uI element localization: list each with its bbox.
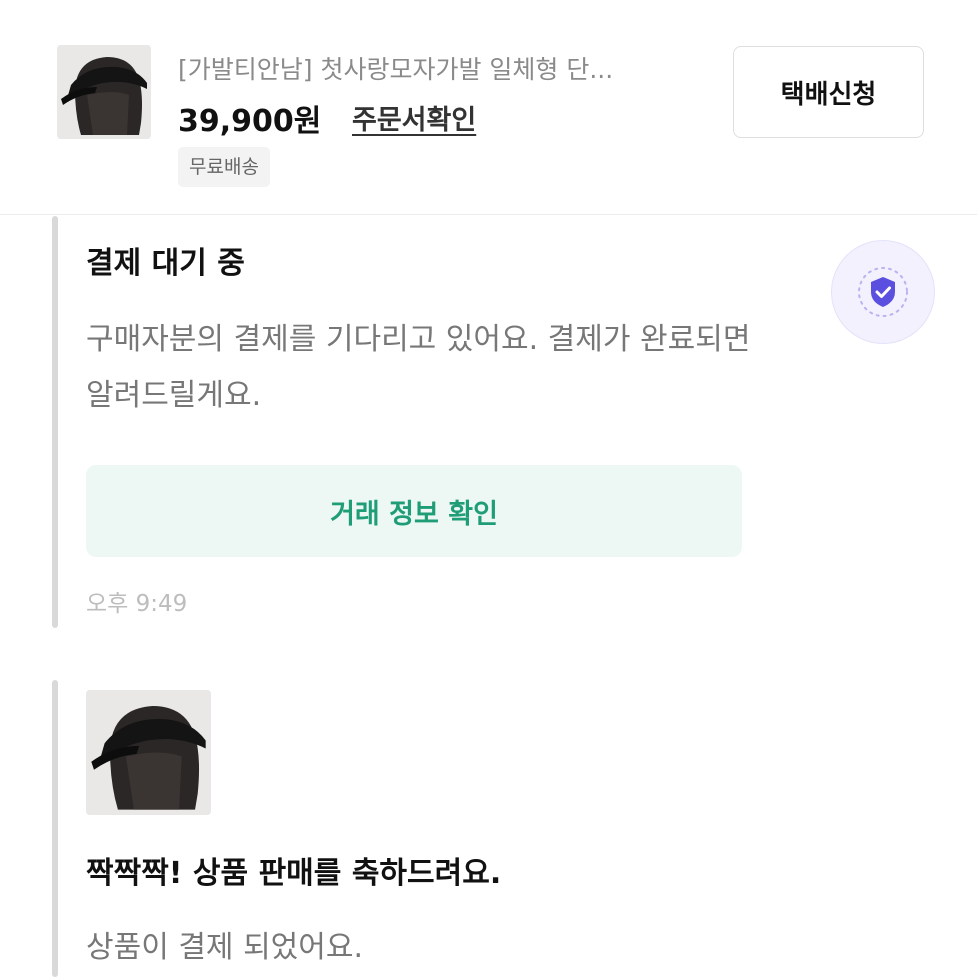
shield-check-icon (858, 267, 908, 317)
courier-request-button[interactable]: 택배신청 (733, 46, 924, 138)
payment-pending-title: 결제 대기 중 (86, 246, 245, 281)
free-shipping-badge: 무료배송 (178, 147, 270, 187)
view-transaction-info-button[interactable]: 거래 정보 확인 (86, 465, 742, 557)
product-header: [가발티안남] 첫사랑모자가발 일체형 단... 39,900원 주문서확인 무… (0, 0, 977, 215)
product-price: 39,900원 (178, 104, 322, 139)
product-title[interactable]: [가발티안남] 첫사랑모자가발 일체형 단... (178, 50, 698, 86)
shield-badge (831, 240, 935, 344)
message-timestamp: 오후 9:49 (86, 591, 188, 617)
payment-complete-message: 상품이 결제 되었어요. (86, 930, 364, 965)
message-left-bar (52, 680, 58, 977)
product-thumbnail[interactable] (57, 45, 151, 139)
message-product-image[interactable] (86, 690, 211, 815)
wig-cap-image-icon (57, 45, 151, 139)
message-left-bar (52, 216, 58, 628)
order-sheet-link[interactable]: 주문서확인 (352, 98, 476, 137)
wig-cap-image-icon (86, 690, 211, 815)
sale-congrats-title: 짝짝짝! 상품 판매를 축하드려요. (86, 856, 502, 891)
payment-pending-message: 구매자분의 결제를 기다리고 있어요. 결제가 완료되면 알려드릴게요. (86, 322, 751, 413)
